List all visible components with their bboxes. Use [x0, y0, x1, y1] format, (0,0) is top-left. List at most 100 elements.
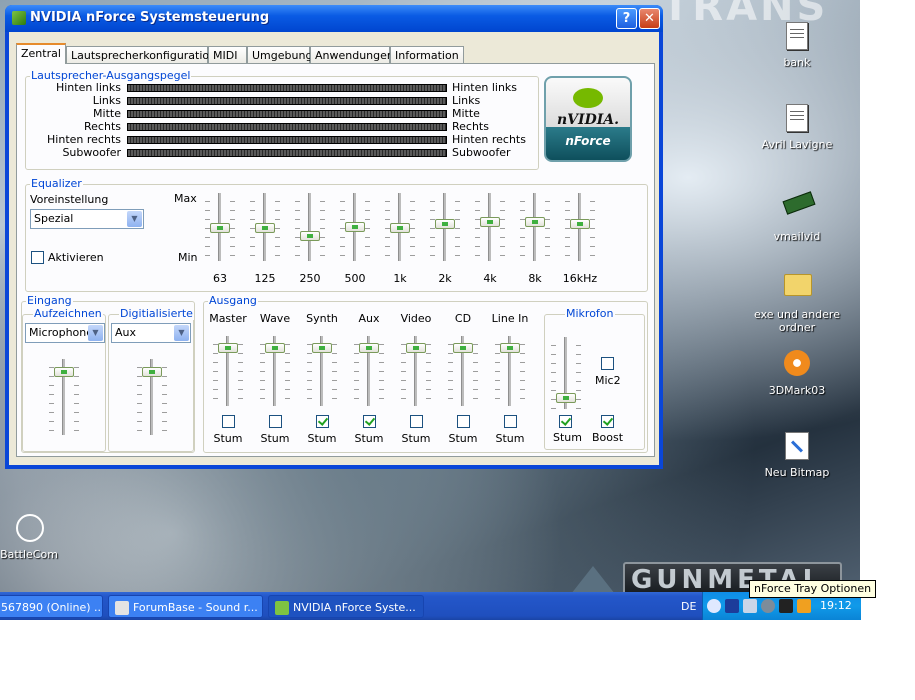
slider-thumb[interactable] [435, 219, 455, 229]
tray-network-icon[interactable] [743, 599, 757, 613]
eq-band-slider[interactable] [340, 193, 370, 261]
slider-thumb[interactable] [142, 367, 162, 377]
tab-midi[interactable]: MIDI [208, 46, 247, 63]
mic-boost-checkbox[interactable] [601, 415, 614, 428]
slider-thumb[interactable] [359, 343, 379, 353]
close-button[interactable]: ✕ [639, 8, 660, 29]
taskbar-item-forumbase[interactable]: ForumBase - Sound r... [108, 595, 263, 618]
activate-label: Aktivieren [48, 251, 104, 264]
browser-icon [115, 601, 129, 615]
taskbar-item-nforce[interactable]: NVIDIA nForce Syste... [268, 595, 424, 618]
tab-lautsprecherkonfiguration[interactable]: Lautsprecherkonfiguration [66, 46, 216, 63]
output-mute-label: Stum [448, 432, 478, 445]
output-volume-slider[interactable] [213, 336, 243, 406]
eq-band-label: 8k [528, 272, 542, 285]
slider-thumb[interactable] [312, 343, 332, 353]
output-mute-checkbox[interactable] [316, 415, 329, 428]
record-level-slider[interactable] [49, 359, 79, 435]
tab-zentral[interactable]: Zentral [16, 43, 66, 64]
tray-disc-icon[interactable] [761, 599, 775, 613]
level-label-left: Subwoofer [62, 146, 121, 159]
eq-band-slider[interactable] [475, 193, 505, 261]
mic2-checkbox[interactable] [601, 357, 614, 370]
output-channel-label: Line In [491, 312, 529, 325]
output-volume-slider[interactable] [260, 336, 290, 406]
preset-label: Voreinstellung [30, 193, 109, 206]
eq-band-slider[interactable] [250, 193, 280, 261]
level-meter [127, 84, 447, 92]
output-channel-label: Aux [358, 312, 380, 325]
output-mute-checkbox[interactable] [410, 415, 423, 428]
record-subgroup: Aufzeichnen Microphone ▼ [22, 307, 106, 452]
slider-thumb[interactable] [556, 393, 576, 403]
desktop-icon-battlecom[interactable]: BattleCom [0, 514, 84, 561]
output-volume-slider[interactable] [401, 336, 431, 406]
eq-band-slider[interactable] [520, 193, 550, 261]
output-volume-slider[interactable] [448, 336, 478, 406]
chevron-down-icon[interactable]: ▼ [88, 325, 103, 341]
mic-mute-checkbox[interactable] [559, 415, 572, 428]
slider-thumb[interactable] [54, 367, 74, 377]
slider-thumb[interactable] [265, 343, 285, 353]
desktop-icon-vmailvid[interactable]: vmailvid [742, 186, 852, 243]
output-mute-checkbox[interactable] [363, 415, 376, 428]
taskbar-item-online[interactable]: 567890 (Online) ... [0, 595, 103, 618]
mic-level-slider[interactable] [551, 337, 581, 409]
output-volume-slider[interactable] [354, 336, 384, 406]
tab-information[interactable]: Information [390, 46, 464, 63]
chevron-down-icon[interactable]: ▼ [127, 211, 142, 227]
slider-thumb[interactable] [345, 222, 365, 232]
desktop-icon-bank[interactable]: bank [742, 22, 852, 69]
nvidia-nforce-logo: nVIDIA. nForce [544, 76, 632, 162]
window-titlebar[interactable]: NVIDIA nForce Systemsteuerung ? ✕ [5, 5, 663, 32]
tray-app-icon[interactable] [797, 599, 811, 613]
slider-thumb[interactable] [406, 343, 426, 353]
slider-thumb[interactable] [570, 219, 590, 229]
tab-anwendungen[interactable]: Anwendungen [310, 46, 394, 63]
chevron-down-icon[interactable]: ▼ [174, 325, 189, 341]
eq-band-label: 1k [393, 272, 407, 285]
slider-thumb[interactable] [210, 223, 230, 233]
record-label: Aufzeichnen [33, 307, 103, 320]
activate-equalizer-checkbox[interactable] [31, 251, 44, 264]
slider-thumb[interactable] [480, 217, 500, 227]
preset-select[interactable]: Spezial ▼ [30, 209, 144, 229]
eq-band-slider[interactable] [205, 193, 235, 261]
desktop-icon-3dmark[interactable]: 3DMark03 [742, 350, 852, 397]
slider-thumb[interactable] [300, 231, 320, 241]
eq-band-slider[interactable] [295, 193, 325, 261]
help-button[interactable]: ? [616, 8, 637, 29]
output-mute-label: Stum [401, 432, 431, 445]
desktop-icon-folder[interactable]: exe und andere ordner [742, 268, 852, 334]
output-mute-checkbox[interactable] [457, 415, 470, 428]
wallpaper-logo-triangle [571, 566, 615, 592]
output-mute-checkbox[interactable] [269, 415, 282, 428]
output-volume-slider[interactable] [307, 336, 337, 406]
output-mute-checkbox[interactable] [504, 415, 517, 428]
slider-thumb[interactable] [390, 223, 410, 233]
slider-thumb[interactable] [500, 343, 520, 353]
eq-band-slider[interactable] [385, 193, 415, 261]
slider-thumb[interactable] [255, 223, 275, 233]
output-volume-slider[interactable] [495, 336, 525, 406]
tray-nforce-audio-icon[interactable] [725, 599, 739, 613]
digital-source-select[interactable]: Aux ▼ [111, 323, 191, 343]
tray-clock[interactable]: 19:12 [820, 599, 852, 612]
language-indicator[interactable]: DE [681, 600, 696, 613]
battlecom-icon [16, 514, 44, 542]
tab-umgebung[interactable]: Umgebung [247, 46, 312, 63]
digital-level-slider[interactable] [137, 359, 167, 435]
slider-thumb[interactable] [525, 217, 545, 227]
output-mute-checkbox[interactable] [222, 415, 235, 428]
desktop-icon-avril[interactable]: Avril Lavigne [742, 104, 852, 151]
slider-thumb[interactable] [218, 343, 238, 353]
tray-arrow-icon[interactable] [707, 599, 721, 613]
eq-band-slider[interactable] [430, 193, 460, 261]
eq-band-slider[interactable] [565, 193, 595, 261]
tray-settings-icon[interactable] [779, 599, 793, 613]
slider-thumb[interactable] [453, 343, 473, 353]
record-source-select[interactable]: Microphone ▼ [25, 323, 105, 343]
desktop-icon-bitmap[interactable]: Neu Bitmap [742, 432, 852, 479]
level-meter [127, 110, 447, 118]
level-meter [127, 136, 447, 144]
